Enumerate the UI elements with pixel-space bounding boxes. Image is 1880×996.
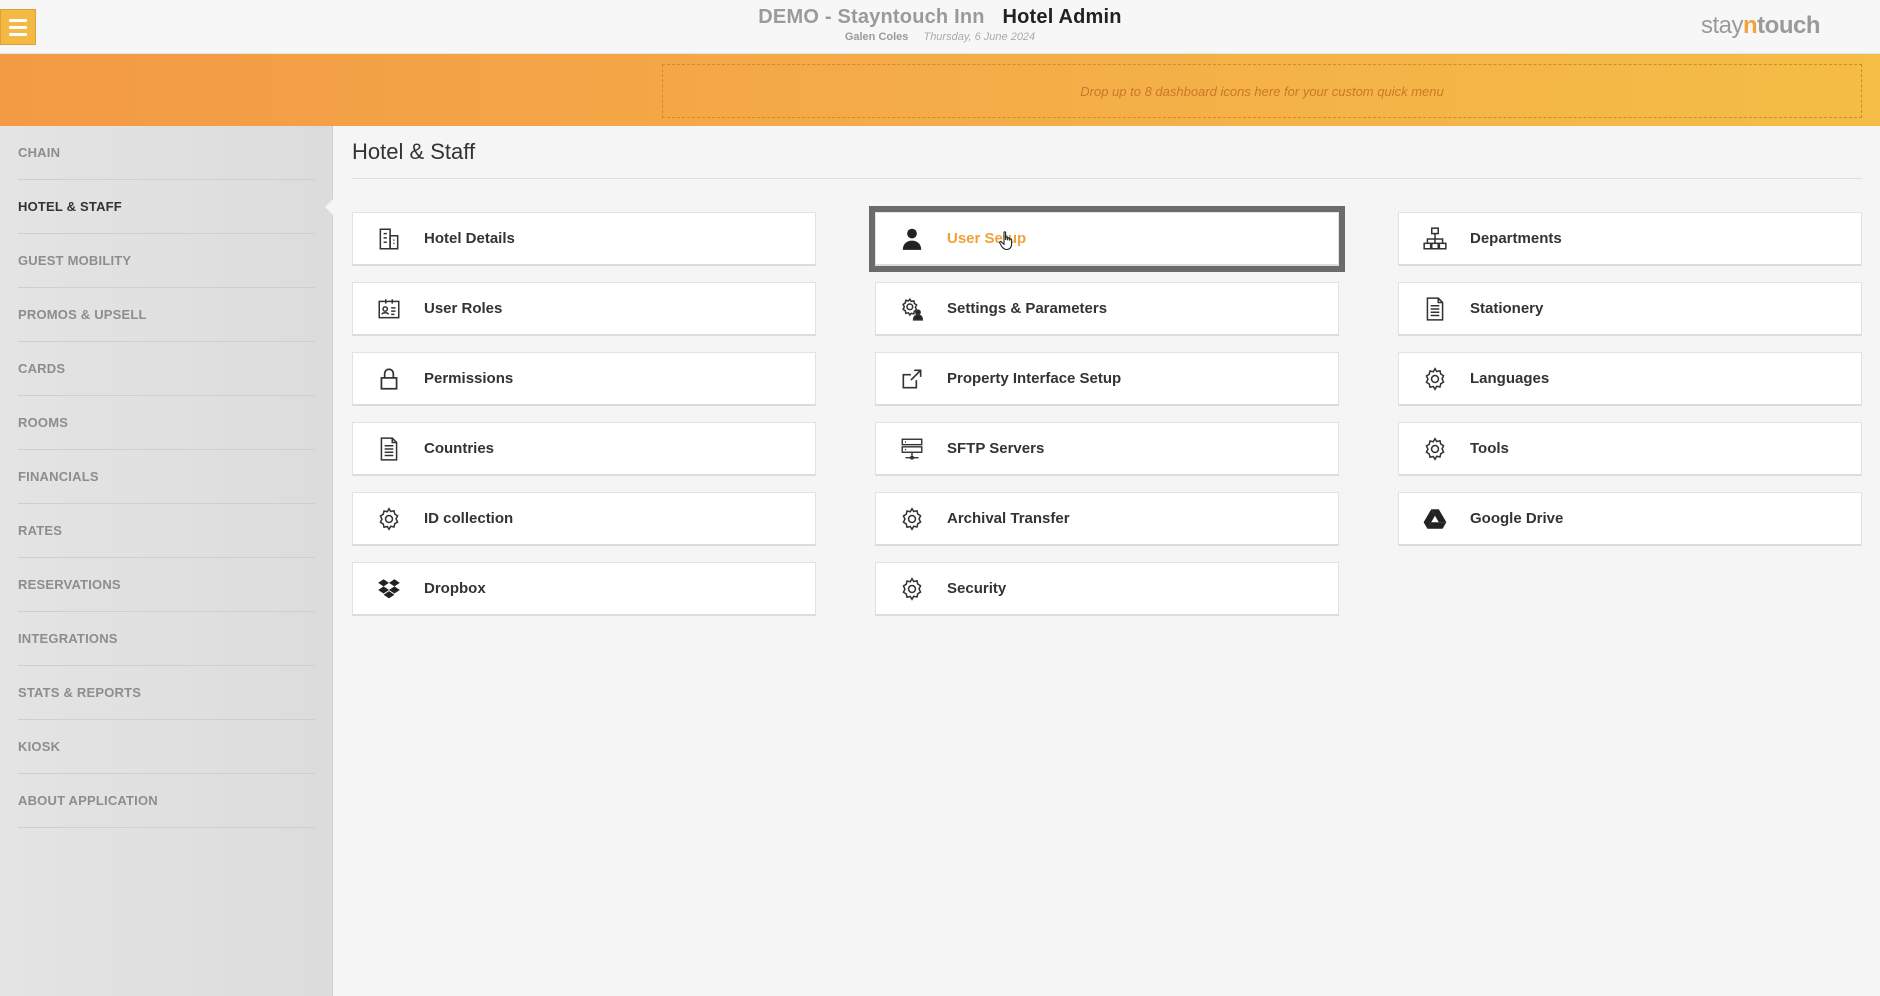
tile-permissions[interactable]: Permissions bbox=[352, 352, 816, 406]
tile-id-collection[interactable]: ID collection bbox=[352, 492, 816, 546]
sidebar: CHAIN HOTEL & STAFF GUEST MOBILITY PROMO… bbox=[0, 126, 334, 996]
sidebar-item-integrations[interactable]: INTEGRATIONS bbox=[18, 612, 315, 666]
tile-security[interactable]: Security bbox=[875, 562, 1339, 616]
gear-icon bbox=[353, 492, 424, 546]
tile-label: ID collection bbox=[424, 510, 514, 527]
sidebar-item-promos-upsell[interactable]: PROMOS & UPSELL bbox=[18, 288, 315, 342]
org-chart-icon bbox=[1399, 212, 1470, 266]
tile-stationery[interactable]: Stationery bbox=[1398, 282, 1862, 336]
page-title: Hotel & Staff bbox=[352, 139, 476, 164]
tile-settings-parameters[interactable]: Settings & Parameters bbox=[875, 282, 1339, 336]
sidebar-item-about-application[interactable]: ABOUT APPLICATION bbox=[18, 774, 315, 828]
tile-label: Dropbox bbox=[424, 580, 486, 597]
tile-label: Tools bbox=[1470, 440, 1509, 457]
brand-touch: touch bbox=[1757, 12, 1820, 39]
tile-label: Countries bbox=[424, 440, 495, 457]
tile-google-drive[interactable]: Google Drive bbox=[1398, 492, 1862, 546]
quick-menu-band: Drop up to 8 dashboard icons here for yo… bbox=[0, 54, 1880, 126]
app-title: Hotel Admin bbox=[1002, 6, 1122, 28]
tile-label: Property Interface Setup bbox=[947, 370, 1122, 387]
gear-icon bbox=[1399, 352, 1470, 406]
tile-archival-transfer[interactable]: Archival Transfer bbox=[875, 492, 1339, 546]
id-card-icon bbox=[353, 282, 424, 336]
sidebar-item-reservations[interactable]: RESERVATIONS bbox=[18, 558, 315, 612]
tile-user-setup[interactable]: User Setup bbox=[869, 206, 1345, 272]
header-subline: Galen Coles Thursday, 6 June 2024 bbox=[0, 31, 1880, 43]
tile-languages[interactable]: Languages bbox=[1398, 352, 1862, 406]
quick-menu-dropzone[interactable]: Drop up to 8 dashboard icons here for yo… bbox=[662, 64, 1862, 118]
server-icon bbox=[876, 422, 947, 476]
brand-n: n bbox=[1743, 12, 1758, 39]
lock-icon bbox=[353, 352, 424, 406]
hand-cursor-icon bbox=[999, 231, 1013, 251]
sidebar-item-kiosk[interactable]: KIOSK bbox=[18, 720, 315, 774]
sidebar-item-chain[interactable]: CHAIN bbox=[18, 126, 315, 180]
top-header: DEMO - Stayntouch Inn Hotel Admin Galen … bbox=[0, 0, 1880, 54]
document-icon bbox=[1399, 282, 1470, 336]
tile-label: SFTP Servers bbox=[947, 440, 1045, 457]
tile-label: Hotel Details bbox=[424, 230, 515, 247]
tile-label: Stationery bbox=[1470, 300, 1544, 317]
sidebar-item-guest-mobility[interactable]: GUEST MOBILITY bbox=[18, 234, 315, 288]
gear-icon bbox=[1399, 422, 1470, 476]
tile-label: Departments bbox=[1470, 230, 1562, 247]
user-gear-icon bbox=[876, 282, 947, 336]
tile-dropbox[interactable]: Dropbox bbox=[352, 562, 816, 616]
user-icon bbox=[876, 212, 947, 266]
current-date: Thursday, 6 June 2024 bbox=[923, 31, 1036, 43]
tile-label: Permissions bbox=[424, 370, 514, 387]
tile-label: Settings & Parameters bbox=[947, 300, 1108, 317]
active-item-indicator bbox=[325, 198, 334, 216]
tile-user-roles[interactable]: User Roles bbox=[352, 282, 816, 336]
google-drive-icon bbox=[1399, 492, 1470, 546]
tile-label: User Roles bbox=[424, 300, 503, 317]
dropbox-icon bbox=[353, 562, 424, 616]
tile-hotel-details[interactable]: Hotel Details bbox=[352, 212, 816, 266]
gear-icon bbox=[876, 562, 947, 616]
tile-countries[interactable]: Countries bbox=[352, 422, 816, 476]
header-title-block: DEMO - Stayntouch Inn Hotel Admin Galen … bbox=[0, 6, 1880, 43]
tile-tools[interactable]: Tools bbox=[1398, 422, 1862, 476]
gear-icon bbox=[876, 492, 947, 546]
tile-property-interface-setup[interactable]: Property Interface Setup bbox=[875, 352, 1339, 406]
sidebar-item-stats-reports[interactable]: STATS & REPORTS bbox=[18, 666, 315, 720]
tile-label: Google Drive bbox=[1470, 510, 1564, 527]
sidebar-item-hotel-staff[interactable]: HOTEL & STAFF bbox=[18, 180, 315, 234]
sidebar-item-rates[interactable]: RATES bbox=[18, 504, 315, 558]
brand-stay: stay bbox=[1700, 12, 1744, 39]
title-divider bbox=[352, 178, 1862, 179]
tile-sftp-servers[interactable]: SFTP Servers bbox=[875, 422, 1339, 476]
tile-label: Archival Transfer bbox=[947, 510, 1070, 527]
building-icon bbox=[353, 212, 424, 266]
tile-departments[interactable]: Departments bbox=[1398, 212, 1862, 266]
header-title: DEMO - Stayntouch Inn Hotel Admin bbox=[0, 6, 1880, 29]
tile-label: Languages bbox=[1470, 370, 1550, 387]
tile-label: Security bbox=[947, 580, 1007, 597]
document-icon bbox=[353, 422, 424, 476]
hotel-name: DEMO - Stayntouch Inn bbox=[758, 6, 985, 28]
external-link-icon bbox=[876, 352, 947, 406]
sidebar-item-cards[interactable]: CARDS bbox=[18, 342, 315, 396]
sidebar-item-financials[interactable]: FINANCIALS bbox=[18, 450, 315, 504]
brand-logo: stayntouch bbox=[1700, 12, 1821, 40]
sidebar-item-rooms[interactable]: ROOMS bbox=[18, 396, 315, 450]
user-name: Galen Coles bbox=[844, 31, 909, 43]
